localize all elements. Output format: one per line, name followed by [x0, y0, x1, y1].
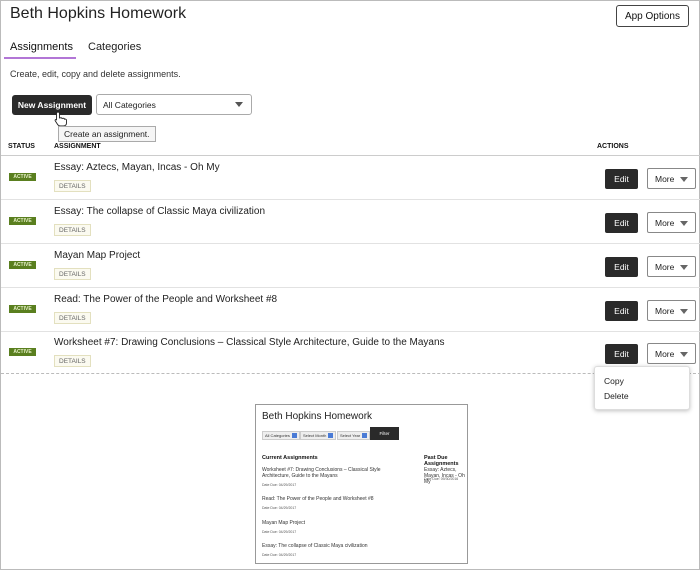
details-link[interactable]: DETAILS [54, 355, 91, 367]
assignment-title: Mayan Map Project [54, 250, 141, 261]
student-view-preview: Beth Hopkins Homework All Categories Sel… [255, 404, 468, 564]
assignment-title: Essay: The collapse of Classic Maya civi… [54, 206, 266, 217]
more-button[interactable]: More [647, 343, 696, 364]
chevron-down-icon [680, 309, 688, 314]
preview-year-value: Select Year [340, 433, 361, 438]
preview-due-date: Date Due: 09/30/2016 [424, 477, 459, 481]
details-link[interactable]: DETAILS [54, 180, 91, 192]
preview-year-select[interactable]: Select Year [337, 431, 371, 440]
details-link[interactable]: DETAILS [54, 224, 91, 236]
preview-past-item: Essay: Aztecs, Mayan, Incas - Oh My [424, 467, 467, 485]
hand-cursor-icon [54, 111, 67, 127]
edit-button[interactable]: Edit [605, 257, 638, 277]
new-assignment-button[interactable]: New Assignment [12, 95, 92, 115]
status-badge: ACTIVE [9, 348, 36, 356]
more-button[interactable]: More [647, 168, 696, 189]
chevron-down-icon [680, 265, 688, 270]
preview-category-value: All Categories [265, 433, 290, 438]
new-assignment-tooltip: Create an assignment. [58, 126, 156, 142]
active-tab-underline [4, 57, 76, 59]
preview-month-select[interactable]: Select Month [300, 431, 337, 440]
status-badge: ACTIVE [9, 305, 36, 313]
app-title: Beth Hopkins Homework [10, 5, 187, 22]
more-dropdown-menu: Copy Delete [594, 366, 690, 410]
more-button[interactable]: More [647, 300, 696, 321]
preview-month-value: Select Month [303, 433, 327, 438]
preview-item-title-line: Essay: The collapse of Classic Maya civi… [262, 543, 368, 549]
tab-categories[interactable]: Categories [88, 41, 141, 53]
details-link[interactable]: DETAILS [54, 312, 91, 324]
category-select[interactable]: All Categories [96, 94, 252, 115]
table-row: ACTIVE Essay: Aztecs, Mayan, Incas - Oh … [1, 156, 700, 200]
app-frame: Beth Hopkins Homework App Options Assign… [0, 0, 700, 570]
current-assignments-heading: Current Assignments [262, 455, 318, 461]
preview-current-item: Essay: The collapse of Classic Maya civi… [262, 543, 368, 549]
preview-due-date: Date Due: 04/29/2017 [262, 506, 297, 510]
edit-button[interactable]: Edit [605, 344, 638, 364]
preview-item-title-line: Essay: Aztecs, Mayan, Incas - Oh My [424, 467, 465, 485]
preview-filter-button[interactable]: Filter [370, 427, 399, 440]
edit-button[interactable]: Edit [605, 169, 638, 189]
table-row: ACTIVE Mayan Map Project DETAILS Edit Mo… [1, 244, 700, 288]
assignment-title: Read: The Power of the People and Worksh… [54, 294, 278, 305]
category-select-value: All Categories [103, 100, 156, 110]
chevron-down-icon [235, 102, 243, 107]
more-button-label: More [655, 173, 675, 184]
select-arrow-icon [328, 433, 334, 439]
status-badge: ACTIVE [9, 261, 36, 269]
chevron-down-icon [680, 177, 688, 182]
edit-button[interactable]: Edit [605, 213, 638, 233]
edit-button[interactable]: Edit [605, 301, 638, 321]
status-badge: ACTIVE [9, 217, 36, 225]
chevron-down-icon [680, 221, 688, 226]
details-link[interactable]: DETAILS [54, 268, 91, 280]
column-header-actions: ACTIONS [597, 143, 629, 150]
more-button[interactable]: More [647, 256, 696, 277]
preview-due-date: Date Due: 04/29/2017 [262, 483, 297, 487]
preview-category-select[interactable]: All Categories [262, 431, 300, 440]
assignment-title: Worksheet #7: Drawing Conclusions – Clas… [54, 337, 445, 348]
past-due-heading: Past Due Assignments [424, 455, 459, 467]
page-description: Create, edit, copy and delete assignment… [10, 69, 181, 79]
more-button-label: More [655, 348, 675, 359]
preview-current-item: Read: The Power of the People and Worksh… [262, 496, 374, 502]
more-button-label: More [655, 261, 675, 272]
table-row: ACTIVE Read: The Power of the People and… [1, 288, 700, 332]
status-badge: ACTIVE [9, 173, 36, 181]
tab-assignments[interactable]: Assignments [10, 41, 73, 53]
preview-item-title-line: Architecture, Guide to the Mayans [262, 473, 338, 479]
preview-item-title-line: Read: The Power of the People and Worksh… [262, 496, 374, 502]
preview-item-title-line: Mayan Map Project [262, 520, 306, 526]
table-row: ACTIVE Essay: The collapse of Classic Ma… [1, 200, 700, 244]
select-arrow-icon [362, 433, 368, 439]
assignment-title: Essay: Aztecs, Mayan, Incas - Oh My [54, 162, 220, 173]
preview-title: Beth Hopkins Homework [262, 411, 373, 422]
more-button-label: More [655, 305, 675, 316]
chevron-down-icon [680, 352, 688, 357]
app-options-button[interactable]: App Options [615, 5, 689, 27]
menu-item-copy[interactable]: Copy [604, 376, 624, 386]
select-arrow-icon [291, 433, 297, 439]
column-header-assignment: ASSIGNMENT [54, 143, 101, 150]
preview-due-date: Date Due: 04/29/2017 [262, 530, 297, 534]
more-button[interactable]: More [647, 212, 696, 233]
column-header-status: STATUS [8, 143, 35, 150]
preview-current-item: Mayan Map Project [262, 520, 305, 526]
menu-item-delete[interactable]: Delete [604, 391, 629, 401]
tab-bar: Assignments Categories [1, 41, 301, 61]
preview-due-date: Date Due: 04/29/2017 [262, 553, 297, 557]
more-button-label: More [655, 217, 675, 228]
preview-current-item: Worksheet #7: Drawing Conclusions – Clas… [262, 467, 381, 479]
